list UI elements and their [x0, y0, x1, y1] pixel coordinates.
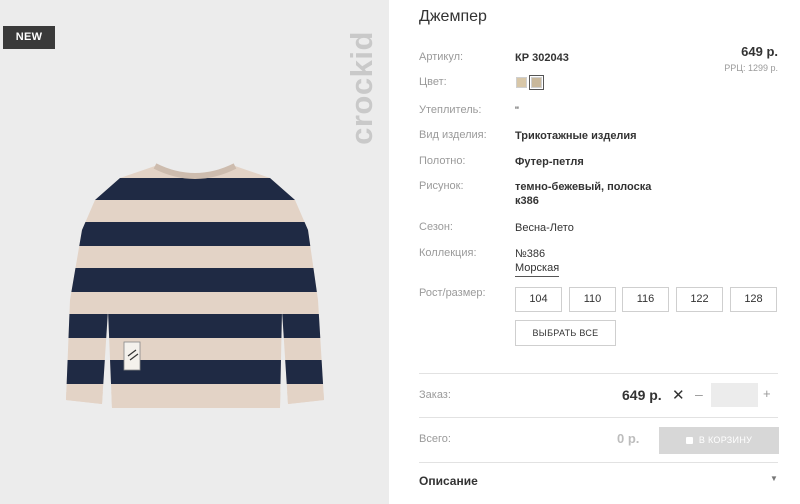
remove-icon[interactable]: ✕: [672, 386, 685, 404]
order-label: Заказ:: [419, 389, 451, 401]
add-to-cart-label: В КОРЗИНУ: [698, 435, 753, 445]
detail-value: КР 302043: [515, 52, 569, 64]
collection-link[interactable]: №386 Морская: [515, 247, 560, 277]
recommended-retail-price: РРЦ: 1299 р.: [724, 63, 778, 73]
brand-logo-text: crockid: [344, 31, 379, 145]
size-option[interactable]: 128: [730, 287, 777, 312]
add-to-cart-button[interactable]: В КОРЗИНУ: [659, 427, 779, 454]
detail-label: Рост/размер:: [419, 287, 486, 299]
detail-label: Коллекция:: [419, 247, 477, 259]
total-label: Всего:: [419, 433, 451, 445]
divider: [419, 462, 778, 463]
size-option[interactable]: 110: [569, 287, 616, 312]
detail-value: Весна-Лето: [515, 222, 574, 234]
product-image[interactable]: NEW crockid: [0, 0, 389, 504]
new-badge: NEW: [3, 26, 55, 49]
chevron-down-icon[interactable]: ▼: [770, 474, 778, 483]
detail-value: темно-бежевый, полоска к386: [515, 181, 652, 207]
detail-value: Трикотажные изделия: [515, 130, 637, 142]
color-swatch-beige[interactable]: [516, 77, 527, 88]
quantity-input[interactable]: [711, 383, 758, 407]
increase-quantity-button[interactable]: +: [763, 386, 771, 401]
size-option[interactable]: 104: [515, 287, 562, 312]
detail-label: Утеплитель:: [419, 104, 482, 116]
sweater-illustration: [66, 163, 324, 408]
detail-label: Полотно:: [419, 155, 466, 167]
order-price: 649 р.: [622, 387, 662, 403]
detail-value: ": [515, 105, 519, 117]
divider: [419, 373, 778, 374]
select-all-sizes-button[interactable]: ВЫБРАТЬ ВСЕ: [515, 320, 616, 346]
detail-label: Цвет:: [419, 76, 447, 88]
size-option[interactable]: 116: [622, 287, 669, 312]
cart-icon: [685, 437, 693, 444]
detail-value: Футер-петля: [515, 156, 584, 168]
divider: [419, 417, 778, 418]
size-option[interactable]: 122: [676, 287, 723, 312]
detail-label: Рисунок:: [419, 180, 464, 192]
detail-label: Артикул:: [419, 51, 464, 63]
decrease-quantity-button[interactable]: –: [695, 386, 703, 402]
detail-label: Сезон:: [419, 221, 453, 233]
description-heading[interactable]: Описание: [419, 474, 478, 488]
product-title: Джемпер: [419, 8, 487, 25]
total-value: 0 р.: [617, 431, 640, 446]
detail-label: Вид изделия:: [419, 129, 487, 141]
brand-logo: crockid: [344, 14, 379, 162]
color-swatch-dark-beige[interactable]: [529, 75, 544, 90]
product-price: 649 р.: [741, 44, 778, 59]
